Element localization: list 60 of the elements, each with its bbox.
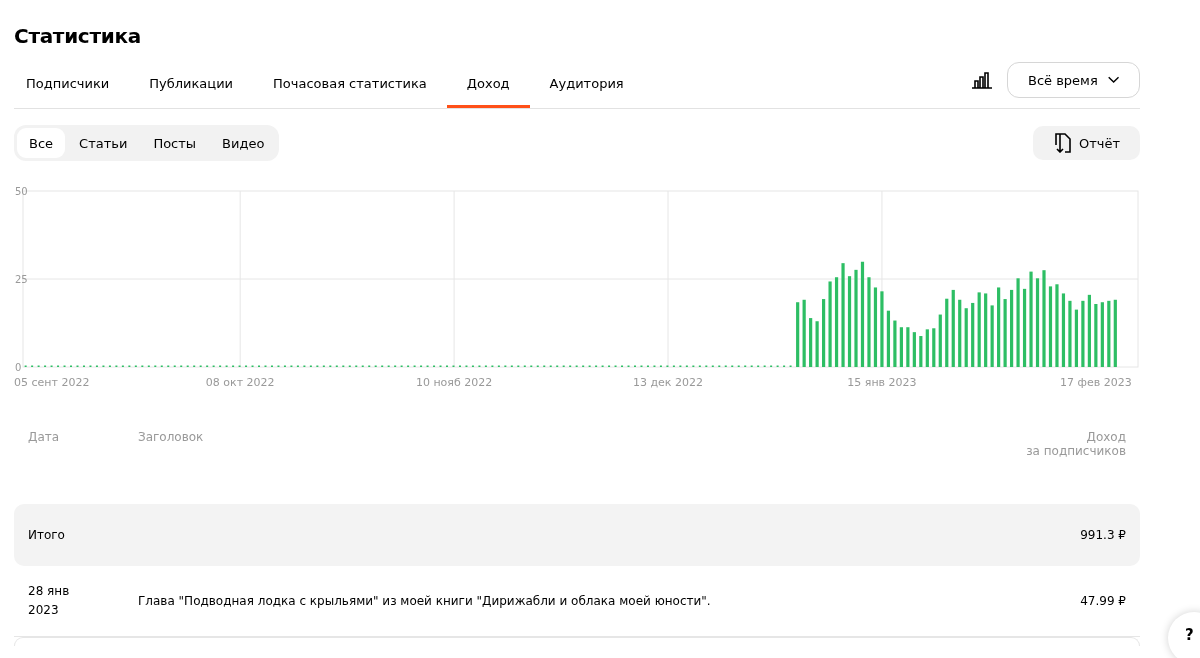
- bar: [815, 321, 819, 367]
- x-axis-label: 10 нояб 2022: [415, 376, 493, 389]
- bar: [971, 302, 975, 367]
- filter-tab[interactable]: Статьи: [67, 128, 140, 158]
- title-cell-text: Глава "Подводная лодка с крыльями" из моей книги "Дирижабли и облака моей юности".: [138, 594, 712, 608]
- bar: [822, 299, 826, 367]
- chevron-down-icon: [1107, 75, 1119, 85]
- filter-tab[interactable]: Посты: [141, 128, 209, 158]
- total-label: Итого: [28, 528, 66, 542]
- column-header: Заголовок: [138, 430, 205, 444]
- bar: [964, 308, 968, 367]
- tab[interactable]: Доход: [446, 62, 530, 108]
- bar: [938, 314, 942, 367]
- date-cell-text: 28 янв 2023: [28, 583, 71, 619]
- help-button[interactable]: ?: [1168, 612, 1200, 658]
- tab[interactable]: Аудитория: [529, 62, 644, 108]
- bar: [1003, 299, 1007, 367]
- column-header: Доход за подписчиков: [1025, 430, 1126, 458]
- column-header: Дата: [28, 430, 61, 444]
- page-title: Статистика: [14, 23, 142, 50]
- total-value: 991.3 ₽: [1079, 528, 1126, 542]
- tab[interactable]: Подписчики: [14, 62, 130, 108]
- y-axis-label: 25: [15, 273, 28, 285]
- income-cell-text: 47.99 ₽: [1079, 594, 1126, 608]
- x-axis-label: 17 фев 2023: [1060, 376, 1132, 389]
- bar: [809, 318, 813, 367]
- report-button[interactable]: Отчёт: [1032, 126, 1140, 160]
- bar: [912, 332, 916, 367]
- bar: [1094, 304, 1098, 367]
- bar: [1107, 300, 1111, 367]
- y-axis-label: 0: [15, 361, 22, 373]
- tab[interactable]: Почасовая статистика: [253, 62, 447, 108]
- x-axis-label: 15 янв 2023: [847, 376, 917, 389]
- bar: [899, 327, 903, 367]
- bar: [919, 336, 923, 367]
- bar: [958, 299, 962, 367]
- bar: [1068, 300, 1072, 367]
- bar: [886, 310, 890, 367]
- x-axis-label: 05 сент 2022: [14, 376, 90, 389]
- period-dropdown[interactable]: Всё время: [1007, 62, 1140, 98]
- bar: [990, 305, 994, 367]
- bar: [893, 320, 897, 367]
- bar: [1074, 309, 1078, 367]
- bar: [1113, 299, 1117, 367]
- bar: [796, 302, 800, 367]
- x-axis-label: 08 окт 2022: [205, 376, 275, 389]
- bar: [1100, 302, 1104, 367]
- filter-tab[interactable]: Видео: [210, 128, 277, 158]
- bar: [925, 329, 929, 367]
- bar: [906, 327, 910, 367]
- filter-tab[interactable]: Все: [17, 128, 66, 158]
- bar: [932, 328, 936, 367]
- bar-chart-icon[interactable]: [971, 71, 993, 89]
- bar: [802, 299, 806, 367]
- tab[interactable]: Публикации: [129, 62, 254, 108]
- bar: [945, 298, 949, 367]
- bar: [1081, 300, 1085, 367]
- x-axis-label: 13 дек 2022: [633, 376, 703, 389]
- file-download-icon: [1054, 133, 1071, 153]
- y-axis-label: 50: [15, 185, 28, 197]
